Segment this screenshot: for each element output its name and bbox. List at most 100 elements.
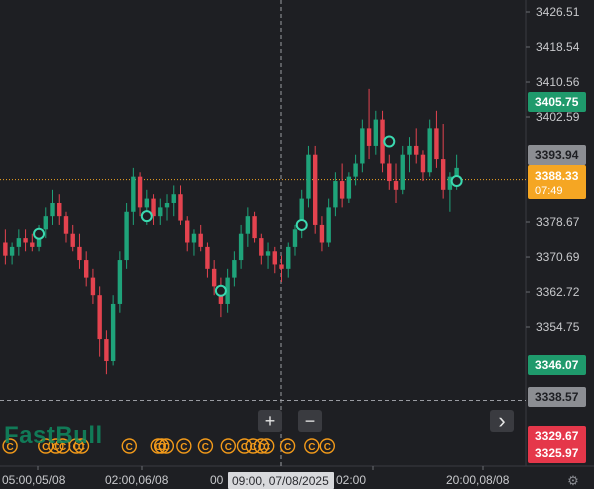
settings-gear-icon[interactable]: ⚙ bbox=[566, 474, 580, 488]
candle-body bbox=[110, 303, 116, 362]
candle bbox=[393, 163, 399, 203]
candle bbox=[137, 172, 143, 217]
candle bbox=[259, 233, 264, 265]
candle bbox=[326, 198, 331, 247]
candle-body bbox=[434, 128, 439, 160]
x-tick-label: 02:00,06/08 bbox=[105, 473, 169, 487]
candle bbox=[414, 128, 419, 164]
candle-body bbox=[205, 246, 210, 269]
candle bbox=[205, 242, 210, 278]
candle bbox=[387, 154, 392, 190]
event-icon[interactable]: C bbox=[319, 438, 336, 454]
candle-body bbox=[117, 260, 123, 304]
candle-body bbox=[312, 154, 318, 225]
zoom-out-button[interactable]: − bbox=[298, 410, 322, 432]
event-icon[interactable]: C bbox=[176, 438, 192, 454]
event-icon[interactable]: C bbox=[121, 438, 137, 454]
x-tick-label: 20:00,08/08 bbox=[446, 473, 510, 487]
price-tag-value: 3405.75 bbox=[535, 95, 579, 109]
event-icon-glyph: C bbox=[324, 442, 331, 453]
candle bbox=[218, 277, 224, 318]
candle bbox=[83, 251, 89, 287]
candle bbox=[434, 110, 439, 168]
candle-body bbox=[104, 339, 109, 362]
signal-marker[interactable] bbox=[140, 210, 153, 223]
candle bbox=[232, 251, 237, 287]
event-icon-glyph: C bbox=[202, 442, 209, 453]
candle bbox=[97, 286, 102, 357]
candle-body bbox=[16, 238, 22, 247]
fastbull-logo: FastBull bbox=[4, 422, 103, 449]
candle-body bbox=[306, 154, 311, 199]
candle bbox=[400, 145, 405, 195]
candle bbox=[178, 185, 183, 225]
price-tag-value: 3393.94 bbox=[535, 148, 579, 162]
candle bbox=[265, 242, 271, 269]
candle-body bbox=[279, 264, 284, 269]
price-tag: 3325.97 bbox=[528, 443, 586, 463]
candle bbox=[124, 202, 129, 269]
scroll-right-button[interactable]: › bbox=[490, 410, 514, 432]
event-icon[interactable]: C bbox=[304, 438, 320, 454]
candle bbox=[319, 216, 325, 252]
signal-marker[interactable] bbox=[33, 227, 46, 240]
candle bbox=[50, 189, 55, 225]
event-icon[interactable]: C bbox=[220, 438, 237, 454]
candle bbox=[158, 198, 163, 225]
candle bbox=[238, 224, 244, 269]
candle-body bbox=[238, 233, 244, 261]
y-tick-label: 3378.67 bbox=[536, 215, 580, 229]
candle-body bbox=[171, 194, 176, 203]
event-icon-glyph: C bbox=[308, 442, 315, 453]
candle-body bbox=[124, 211, 129, 261]
candle bbox=[70, 224, 75, 252]
candle-body bbox=[265, 251, 271, 256]
candle bbox=[360, 119, 365, 173]
candle bbox=[292, 224, 298, 256]
candle-body bbox=[191, 233, 197, 243]
candle bbox=[366, 88, 372, 160]
price-tag: 3346.07 bbox=[528, 355, 586, 375]
price-tag-value: 3388.33 bbox=[535, 169, 579, 183]
candle-body bbox=[158, 207, 163, 217]
candle bbox=[3, 229, 8, 265]
candle-body bbox=[360, 128, 365, 164]
candle-body bbox=[211, 268, 217, 287]
candle-body bbox=[97, 295, 102, 340]
event-icon[interactable]: C bbox=[279, 438, 296, 454]
candle-body bbox=[400, 154, 405, 190]
zoom-in-button[interactable]: + bbox=[258, 410, 282, 432]
candle-body bbox=[83, 260, 89, 278]
candle-body bbox=[292, 229, 298, 247]
signal-marker[interactable] bbox=[383, 135, 396, 148]
candle-body bbox=[198, 233, 203, 247]
candle-body bbox=[286, 246, 291, 269]
candle-body bbox=[259, 238, 264, 256]
candle-body bbox=[353, 163, 358, 177]
signal-marker[interactable] bbox=[295, 218, 308, 231]
candle bbox=[245, 207, 251, 247]
candle bbox=[185, 216, 190, 252]
candle-body bbox=[77, 246, 82, 261]
candle bbox=[427, 119, 432, 177]
candle bbox=[90, 268, 96, 304]
y-tick-label: 3418.54 bbox=[536, 40, 580, 54]
candle bbox=[151, 194, 156, 225]
candle bbox=[16, 229, 22, 256]
candle bbox=[373, 110, 379, 155]
event-icon-glyph: C bbox=[250, 442, 257, 453]
y-tick-label: 3426.51 bbox=[536, 5, 580, 19]
y-tick-label: 3370.69 bbox=[536, 250, 580, 264]
candle-body bbox=[245, 216, 251, 234]
event-icon[interactable]: C bbox=[197, 438, 214, 454]
candle-body bbox=[30, 242, 35, 247]
candle bbox=[131, 167, 136, 225]
signal-marker[interactable] bbox=[450, 175, 463, 188]
signal-marker[interactable] bbox=[214, 284, 227, 297]
candle bbox=[252, 211, 257, 243]
candle-body bbox=[63, 216, 69, 234]
candle bbox=[198, 224, 203, 252]
price-tag-value: 3346.07 bbox=[535, 358, 579, 372]
candle-body bbox=[407, 145, 412, 155]
candle bbox=[420, 150, 426, 182]
